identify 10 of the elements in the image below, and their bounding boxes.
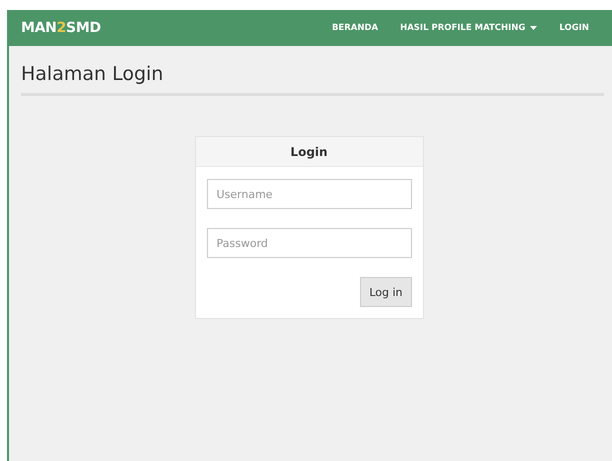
panel-title: Login bbox=[290, 144, 328, 158]
nav-link[interactable]: BERANDA bbox=[320, 23, 390, 33]
input-field[interactable]: Username bbox=[206, 179, 412, 209]
nav-link[interactable]: LOGIN bbox=[548, 23, 600, 33]
nav-dropdown[interactable]: HASIL PROFILE MATCHING bbox=[389, 23, 548, 33]
page-title: Halaman Login bbox=[21, 63, 164, 85]
brand-logo[interactable]: MAN2SMD bbox=[21, 20, 101, 36]
login-button[interactable]: Log in bbox=[360, 277, 412, 307]
input-field[interactable]: Password bbox=[206, 228, 412, 258]
caret-icon bbox=[530, 26, 538, 30]
